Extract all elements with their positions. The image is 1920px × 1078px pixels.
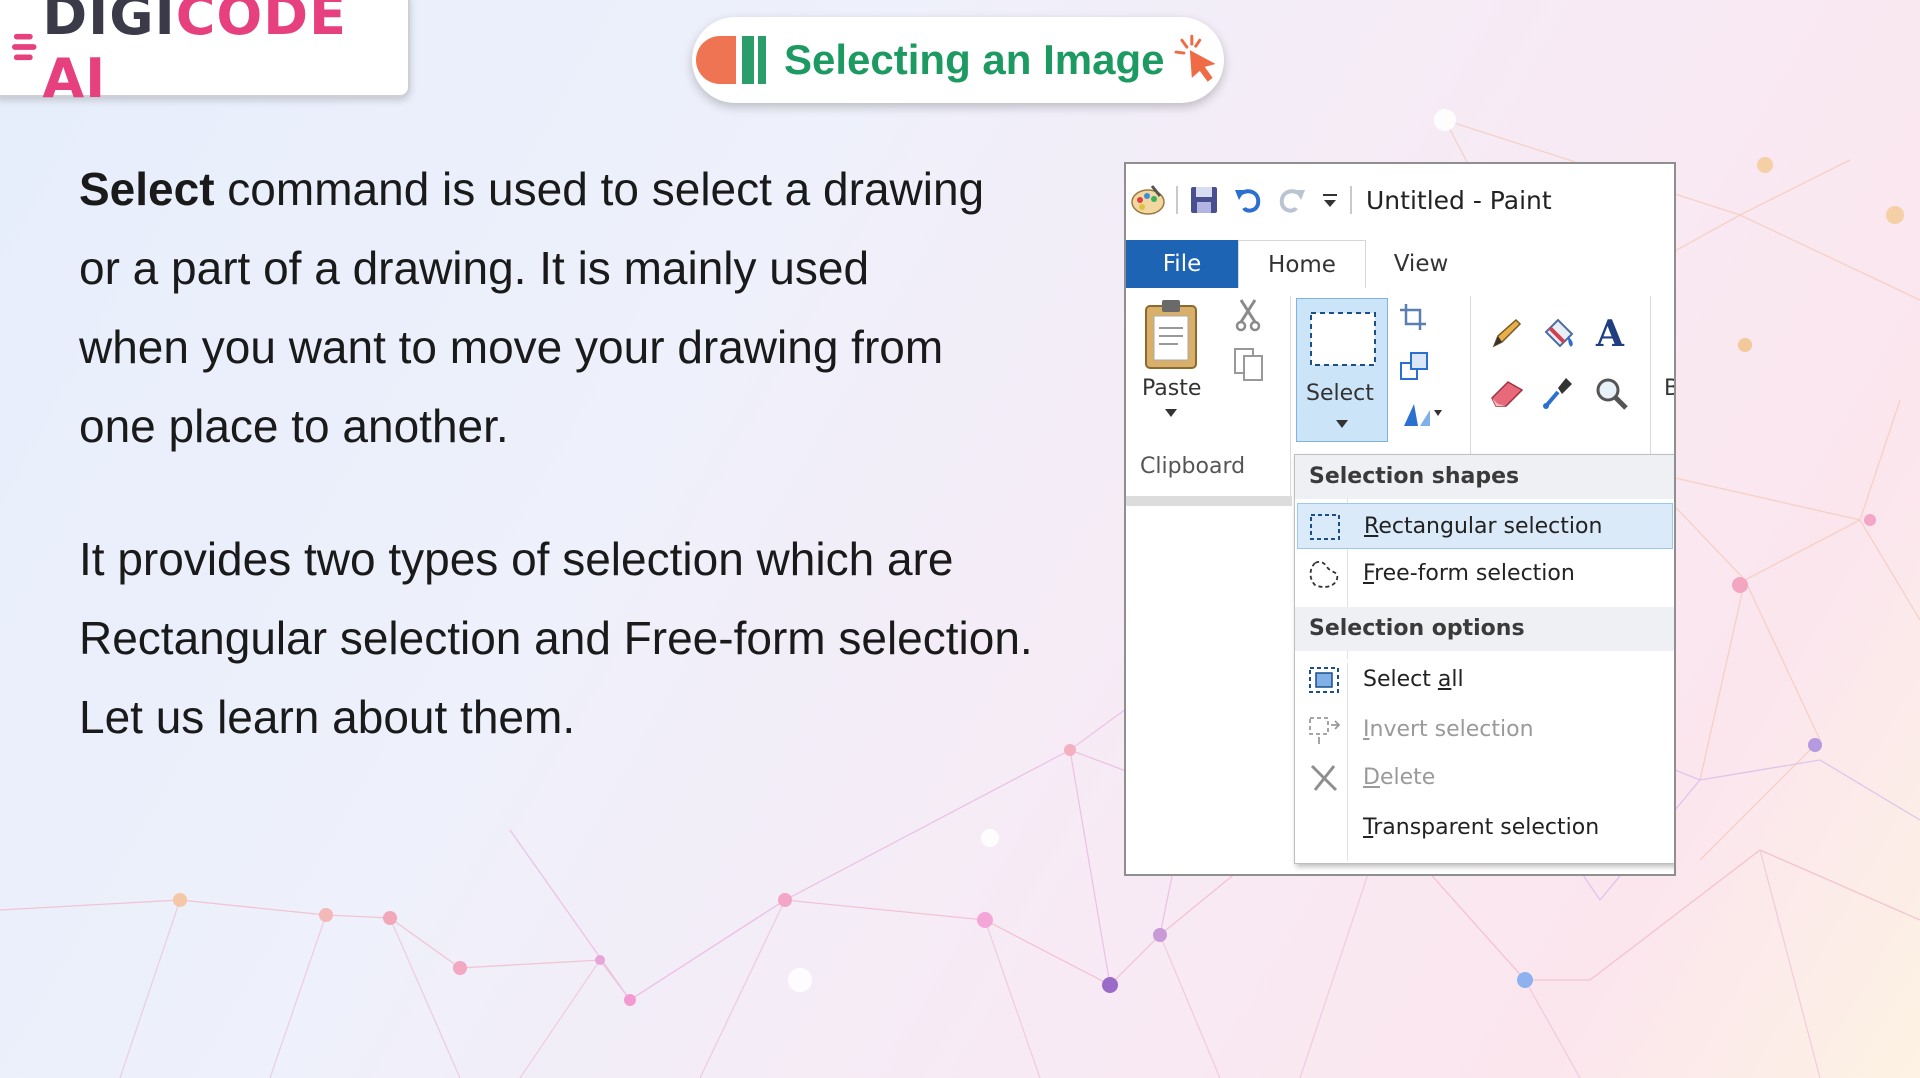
window-title: Untitled - Paint [1366, 185, 1552, 215]
para1-line1: command is used to select a drawing [214, 163, 985, 215]
qat-separator [1176, 186, 1178, 214]
tab-file[interactable]: File [1126, 240, 1238, 288]
quick-access-toolbar: Untitled - Paint [1126, 164, 1674, 236]
logo-text-part1: DIGI [42, 0, 176, 47]
select-dropdown-arrow-icon [1336, 420, 1348, 428]
paragraph-2: It provides two types of selection which… [79, 520, 1069, 757]
tab-home[interactable]: Home [1238, 240, 1366, 289]
ribbon-tabs: File Home View [1126, 240, 1674, 289]
para1-line4: one place to another. [79, 400, 509, 452]
delete-item[interactable]: Delete [1297, 755, 1673, 801]
free-form-selection-icon [1309, 560, 1339, 588]
copy-icon[interactable] [1232, 346, 1266, 382]
crop-icon[interactable] [1398, 302, 1428, 332]
free-form-selection-label: Free-form selection [1363, 561, 1575, 586]
para1-line3: when you want to move your drawing from [79, 321, 944, 373]
select-keyword: Select [79, 163, 215, 215]
pencil-icon[interactable] [1488, 316, 1524, 352]
slide-title: Selecting an Image [784, 36, 1165, 83]
rotate-icon[interactable] [1398, 396, 1444, 430]
brushes-label-cut-off: B [1664, 376, 1674, 401]
paste-label[interactable]: Paste [1142, 376, 1201, 401]
digicode-logo: DIGICODE AI [0, 0, 410, 110]
para2-line2: Rectangular selection and Free-form sele… [79, 612, 1033, 664]
click-cursor-icon [1174, 34, 1217, 82]
ribbon-separator-3 [1650, 296, 1651, 476]
select-dropdown-menu: Selection shapes Rectangular selection F… [1294, 454, 1674, 864]
qat-separator-2 [1350, 186, 1352, 214]
tab-view[interactable]: View [1366, 240, 1476, 288]
logo-text: DIGICODE AI [42, 0, 408, 110]
select-all-item[interactable]: Select all [1297, 657, 1673, 703]
para2-line1: It provides two types of selection which… [79, 533, 954, 585]
svg-text:A: A [1595, 314, 1625, 350]
invert-selection-item[interactable]: Invert selection [1297, 707, 1673, 753]
select-all-icon [1309, 667, 1339, 693]
rectangular-selection-label: Rectangular selection [1364, 514, 1603, 539]
paste-clipboard-icon[interactable] [1142, 298, 1200, 370]
cut-icon[interactable] [1234, 298, 1262, 332]
color-picker-icon[interactable] [1540, 374, 1576, 410]
rectangular-selection-icon [1310, 514, 1340, 540]
clipboard-group-strip [1126, 496, 1292, 506]
resize-icon[interactable] [1398, 350, 1430, 382]
selection-options-header: Selection options [1295, 607, 1674, 651]
transparent-selection-label: Transparent selection [1363, 815, 1600, 840]
free-form-selection-item[interactable]: Free-form selection [1297, 551, 1673, 597]
invert-selection-icon [1309, 717, 1341, 744]
logo-speed-lines-icon [12, 33, 37, 60]
select-label: Select [1306, 381, 1374, 406]
invert-selection-label: Invert selection [1363, 717, 1534, 742]
eraser-icon[interactable] [1488, 376, 1526, 408]
ribbon-separator-2 [1470, 296, 1471, 476]
paragraph-1: Select command is used to select a drawi… [79, 150, 1069, 466]
paste-dropdown-arrow-icon[interactable] [1164, 408, 1178, 418]
slide-title-pill: Selecting an Image [692, 17, 1224, 103]
redo-icon[interactable] [1276, 184, 1308, 216]
slide-body-text: Select command is used to select a drawi… [79, 150, 1069, 757]
rectangle-select-icon [1310, 312, 1376, 366]
clipboard-group-label: Clipboard [1140, 454, 1246, 479]
selection-shapes-header: Selection shapes [1295, 455, 1674, 499]
customize-qat-dropdown-icon[interactable] [1320, 188, 1340, 212]
delete-x-icon [1310, 764, 1338, 792]
magnifier-icon[interactable] [1594, 376, 1630, 412]
text-tool-icon[interactable]: A [1594, 314, 1628, 350]
title-accent-bars [696, 36, 766, 84]
paint-window-screenshot: Untitled - Paint File Home View Paste Cl… [1124, 162, 1676, 876]
select-button[interactable]: Select [1296, 298, 1388, 442]
save-icon[interactable] [1188, 184, 1220, 216]
undo-icon[interactable] [1232, 184, 1264, 216]
select-all-label: Select all [1363, 667, 1464, 692]
ribbon-separator [1290, 296, 1291, 496]
para2-line3: Let us learn about them. [79, 691, 576, 743]
rectangular-selection-item[interactable]: Rectangular selection [1297, 503, 1673, 549]
transparent-selection-item[interactable]: Transparent selection [1297, 805, 1673, 851]
fill-bucket-icon[interactable] [1540, 314, 1578, 352]
delete-label: Delete [1363, 765, 1436, 790]
paint-app-icon[interactable] [1130, 182, 1166, 218]
para1-line2: or a part of a drawing. It is mainly use… [79, 242, 870, 294]
